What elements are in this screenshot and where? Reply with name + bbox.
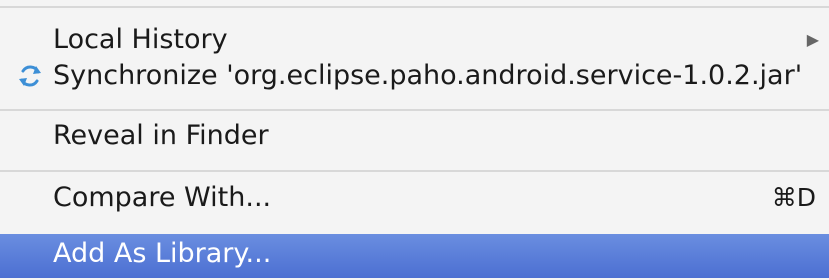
submenu-arrow-icon: ▶: [806, 30, 819, 49]
menu-item-local-history[interactable]: Local History ▶: [0, 24, 829, 56]
menu-item-reveal-in-finder[interactable]: Reveal in Finder: [0, 120, 829, 152]
keyboard-shortcut: ⌘D: [771, 183, 816, 212]
menu-item-label: Add As Library...: [53, 238, 272, 269]
context-menu: Local History ▶ Synchronize 'org.eclipse…: [0, 0, 829, 280]
separator: [0, 6, 829, 8]
sync-icon: [16, 62, 44, 90]
menu-item-compare-with[interactable]: Compare With... ⌘D: [0, 182, 829, 214]
menu-item-synchronize[interactable]: Synchronize 'org.eclipse.paho.android.se…: [0, 60, 829, 92]
menu-item-label: Compare With...: [53, 182, 272, 213]
menu-item-label: Local History: [53, 24, 228, 55]
separator: [0, 170, 829, 172]
menu-item-label: Reveal in Finder: [53, 120, 269, 151]
menu-item-label: Synchronize 'org.eclipse.paho.android.se…: [53, 60, 803, 91]
menu-item-add-as-library[interactable]: Add As Library...: [0, 234, 829, 278]
separator: [0, 109, 829, 111]
